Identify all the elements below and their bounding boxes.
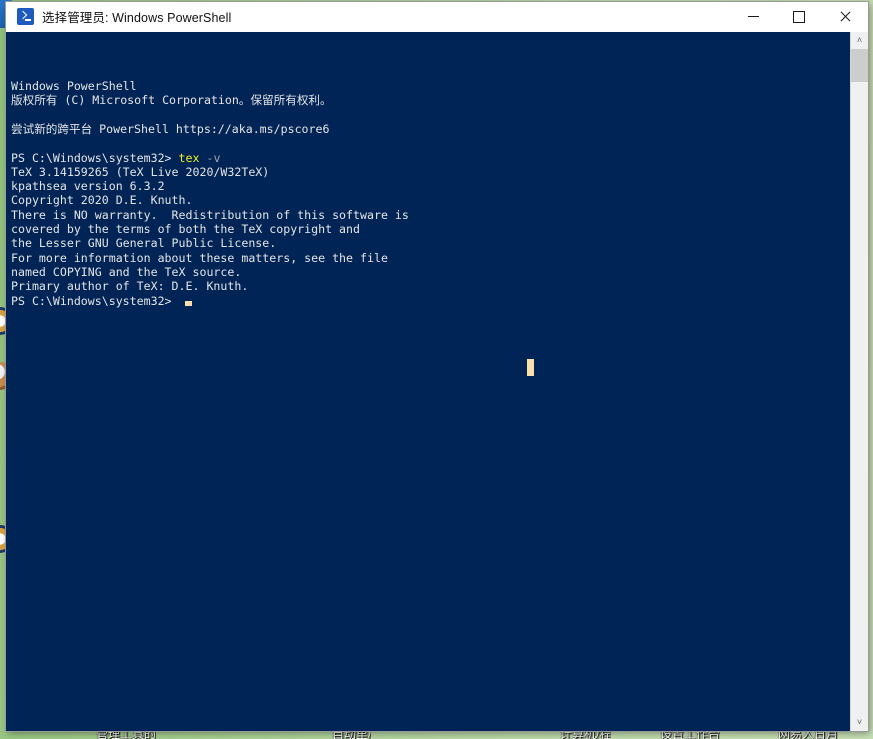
- console-line: TeX 3.14159265 (TeX Live 2020/W32TeX): [11, 164, 270, 179]
- maximize-button[interactable]: [776, 2, 822, 31]
- minimize-icon: [747, 16, 759, 17]
- window-titlebar[interactable]: 选择管理员: Windows PowerShell: [6, 2, 868, 32]
- console-line: For more information about these matters…: [11, 250, 388, 265]
- console-line: the Lesser GNU General Public License.: [11, 236, 277, 251]
- maximize-icon: [793, 10, 805, 23]
- console-line: 版权所有 (C) Microsoft Corporation。保留所有权利。: [11, 93, 332, 108]
- scroll-down-button[interactable]: ˅: [851, 714, 868, 731]
- powershell-icon: [17, 8, 34, 25]
- console-command-parameter: -v: [199, 150, 221, 165]
- console-prompt: PS C:\Windows\system32>: [11, 293, 179, 308]
- console-output[interactable]: Windows PowerShell 版权所有 (C) Microsoft Cor…: [6, 32, 850, 731]
- console-line: named COPYING and the TeX source.: [11, 265, 242, 279]
- console-line: There is NO warranty. Redistribution of …: [11, 207, 409, 222]
- console-line: 尝试新的跨平台 PowerShell https://aka.ms/pscore…: [11, 121, 330, 136]
- minimize-button[interactable]: [730, 2, 776, 31]
- window-title: 选择管理员: Windows PowerShell: [42, 11, 232, 25]
- console-line: Windows PowerShell: [11, 78, 137, 93]
- console-scrollbar[interactable]: ˄ ˅: [850, 32, 868, 731]
- console-caret: [184, 300, 192, 306]
- console-area: Windows PowerShell 版权所有 (C) Microsoft Cor…: [6, 32, 868, 731]
- window-controls: [730, 2, 868, 31]
- console-line: Copyright 2020 D.E. Knuth.: [11, 193, 193, 208]
- powershell-window: 选择管理员: Windows PowerShell Windows PowerS…: [6, 2, 868, 731]
- scroll-up-button[interactable]: ˄: [851, 32, 868, 49]
- close-button[interactable]: [822, 2, 868, 31]
- console-line: PS C:\Windows\system32>: [11, 294, 850, 308]
- scrollbar-thumb[interactable]: [851, 49, 868, 82]
- console-line: Primary author of TeX: D.E. Knuth.: [11, 279, 249, 294]
- console-line: covered by the terms of both the TeX cop…: [11, 222, 361, 237]
- console-line: kpathsea version 6.3.2: [11, 179, 165, 194]
- scrollbar-track[interactable]: [851, 49, 868, 714]
- console-command: tex: [178, 150, 200, 165]
- close-icon: [839, 11, 851, 23]
- mouse-text-cursor: [527, 359, 534, 376]
- console-line: PS C:\Windows\system32> tex -v: [11, 151, 850, 165]
- console-prompt: PS C:\Windows\system32>: [11, 150, 179, 165]
